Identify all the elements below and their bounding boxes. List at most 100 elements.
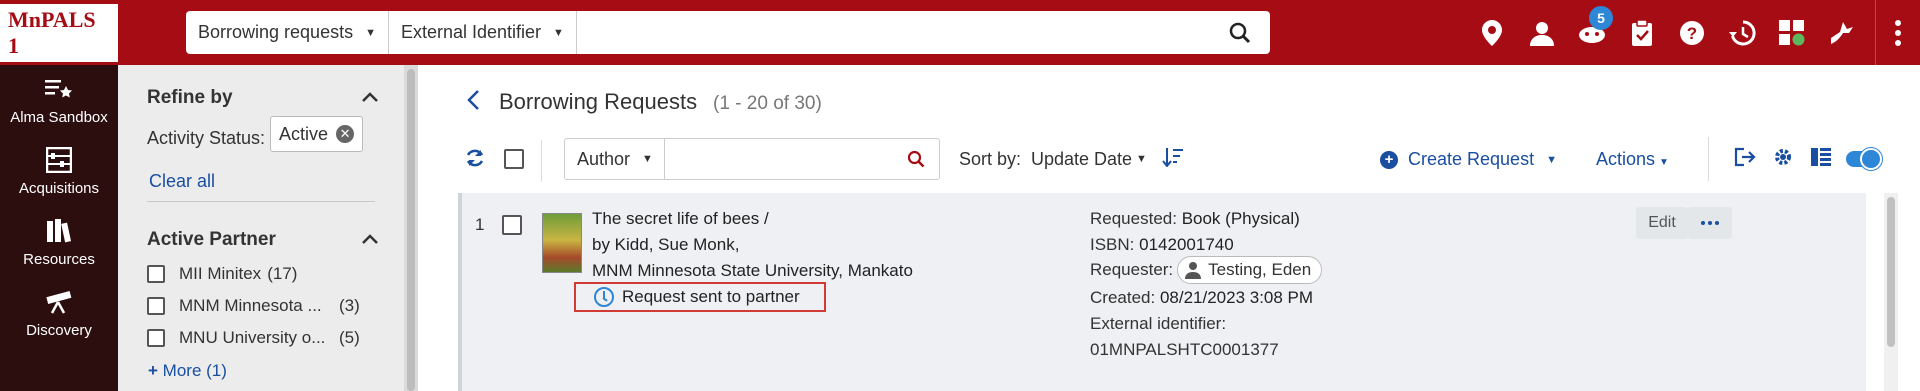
help-icon[interactable]: ? (1667, 0, 1717, 65)
book-cover-thumbnail (542, 213, 582, 273)
clock-icon (594, 287, 614, 307)
results-scrollbar[interactable] (1884, 193, 1898, 391)
sort-direction-icon[interactable] (1162, 147, 1184, 172)
status-label: Request sent to partner (622, 287, 800, 306)
facet-item[interactable]: MNU University o... (5) (147, 328, 387, 348)
isbn-field: ISBN: 0142001740 (1090, 235, 1234, 254)
dashboard-icon[interactable] (1767, 0, 1817, 65)
list-view-icon[interactable] (1811, 147, 1831, 172)
caret-down-icon: ▼ (365, 26, 376, 39)
search-icon[interactable] (1210, 22, 1270, 44)
caret-down-icon: ▼ (1546, 153, 1557, 166)
search-icon[interactable] (893, 139, 939, 179)
nav-item-label: Discovery (26, 322, 92, 339)
left-navigation: Alma Sandbox Acquisitions Resources Disc… (0, 65, 118, 391)
sort-label: Sort by: (959, 149, 1022, 169)
external-identifier-label: External identifier: (1090, 314, 1227, 333)
person-icon (1185, 262, 1202, 279)
search-field-select[interactable]: External Identifier ▼ (389, 11, 577, 54)
facet-label: MNU University o... (179, 328, 326, 347)
sort-select[interactable]: Update Date (1031, 149, 1132, 170)
view-toggle[interactable] (1846, 148, 1882, 170)
scrollbar-thumb[interactable] (1887, 197, 1895, 347)
requester-field: Requester: Testing, Eden (1090, 256, 1323, 284)
record-title[interactable]: The secret life of bees / (592, 209, 769, 229)
settings-gear-icon[interactable] (1773, 147, 1793, 172)
caret-down-icon[interactable]: ▼ (1136, 153, 1147, 165)
active-partner-title: Active Partner (147, 229, 276, 250)
remove-filter-icon[interactable]: ✕ (336, 125, 355, 143)
facet-checkbox[interactable] (147, 265, 165, 283)
status-badge: Request sent to partner (574, 282, 826, 312)
scrollbar-thumb[interactable] (407, 69, 415, 391)
top-icons: 5 ? (1467, 0, 1920, 65)
main-content: Borrowing Requests (1 - 20 of 30) Author… (418, 65, 1920, 391)
facet-count: (5) (339, 328, 360, 347)
create-request-button[interactable]: + Create Request ▼ (1380, 149, 1557, 170)
tasks-clipboard-icon[interactable] (1617, 0, 1667, 65)
facet-label: MNM Minnesota ... (179, 296, 322, 315)
nav-item-label: Acquisitions (18, 180, 100, 197)
refresh-icon[interactable] (464, 147, 486, 174)
chevron-up-icon[interactable] (362, 231, 378, 249)
chevron-up-icon[interactable] (362, 89, 378, 107)
more-facets-link[interactable]: + More (1) (148, 361, 227, 381)
filter-field-select[interactable]: Author ▼ (565, 139, 665, 179)
caret-down-icon: ▼ (1659, 157, 1669, 168)
telescope-icon (44, 288, 74, 316)
row-number: 1 (475, 215, 485, 234)
notifications-icon[interactable]: 5 (1567, 0, 1617, 65)
location-pin-icon[interactable] (1467, 0, 1517, 65)
divider (147, 201, 375, 202)
history-icon[interactable] (1717, 0, 1767, 65)
edit-button[interactable]: Edit (1636, 207, 1688, 239)
launch-icon[interactable] (1817, 0, 1867, 65)
record-author: by Kidd, Sue Monk, (592, 235, 740, 254)
results-count: (1 - 20 of 30) (713, 93, 822, 114)
filter-box: Author ▼ (564, 138, 940, 180)
facet-item[interactable]: MII Minitex (17) (147, 264, 387, 284)
star-menu-icon (45, 75, 73, 103)
facet-checkbox[interactable] (147, 329, 165, 347)
record-institution: MNM Minnesota State University, Mankato (592, 261, 913, 280)
nav-item-alma-sandbox[interactable]: Alma Sandbox (0, 65, 118, 136)
refine-panel: Refine by Activity Status: Active ✕ Clea… (118, 65, 404, 391)
user-icon[interactable] (1517, 0, 1567, 65)
external-identifier-value: 01MNPALSHTC0001377 (1090, 340, 1279, 359)
nav-item-acquisitions[interactable]: Acquisitions (0, 136, 118, 207)
logo[interactable]: MnPALS 1 (0, 0, 118, 65)
more-options-icon[interactable] (1688, 207, 1732, 239)
logo-text: MnPALS 1 (0, 3, 118, 62)
actions-menu-button[interactable]: Actions ▼ (1596, 149, 1669, 170)
table-row[interactable]: 1 The secret life of bees / by Kidd, Sue… (458, 193, 1866, 391)
search-bar: Borrowing requests ▼ External Identifier ▼ (186, 11, 1270, 54)
search-type-select[interactable]: Borrowing requests ▼ (186, 11, 389, 54)
created-field: Created: 08/21/2023 3:08 PM (1090, 288, 1314, 307)
facet-label: MII Minitex (179, 264, 262, 283)
main-menu-icon[interactable] (1876, 0, 1920, 65)
chip-label: Active (279, 123, 329, 144)
clear-all-link[interactable]: Clear all (149, 171, 215, 192)
caret-down-icon: ▼ (642, 153, 653, 165)
back-arrow-icon[interactable] (466, 89, 480, 116)
notification-count-badge: 5 (1589, 6, 1613, 30)
refine-scrollbar[interactable] (404, 65, 418, 391)
facet-checkbox[interactable] (147, 297, 165, 315)
divider (541, 140, 542, 182)
search-input[interactable] (576, 11, 1210, 54)
facet-count: (17) (267, 264, 298, 283)
facet-item[interactable]: MNM Minnesota ... (3) (147, 296, 387, 316)
svg-text:?: ? (1687, 24, 1697, 43)
select-all-checkbox[interactable] (504, 149, 524, 169)
nav-item-discovery[interactable]: Discovery (0, 278, 118, 349)
requester-chip[interactable]: Testing, Eden (1177, 256, 1323, 284)
activity-status-label: Activity Status: (147, 128, 266, 148)
export-icon[interactable] (1734, 147, 1756, 172)
filter-input[interactable] (665, 139, 893, 179)
plus-circle-icon: + (1380, 150, 1398, 169)
row-checkbox[interactable] (502, 215, 522, 235)
nav-item-resources[interactable]: Resources (0, 207, 118, 278)
divider (1708, 137, 1709, 181)
plus-icon: + (148, 361, 158, 380)
books-icon (46, 217, 72, 245)
